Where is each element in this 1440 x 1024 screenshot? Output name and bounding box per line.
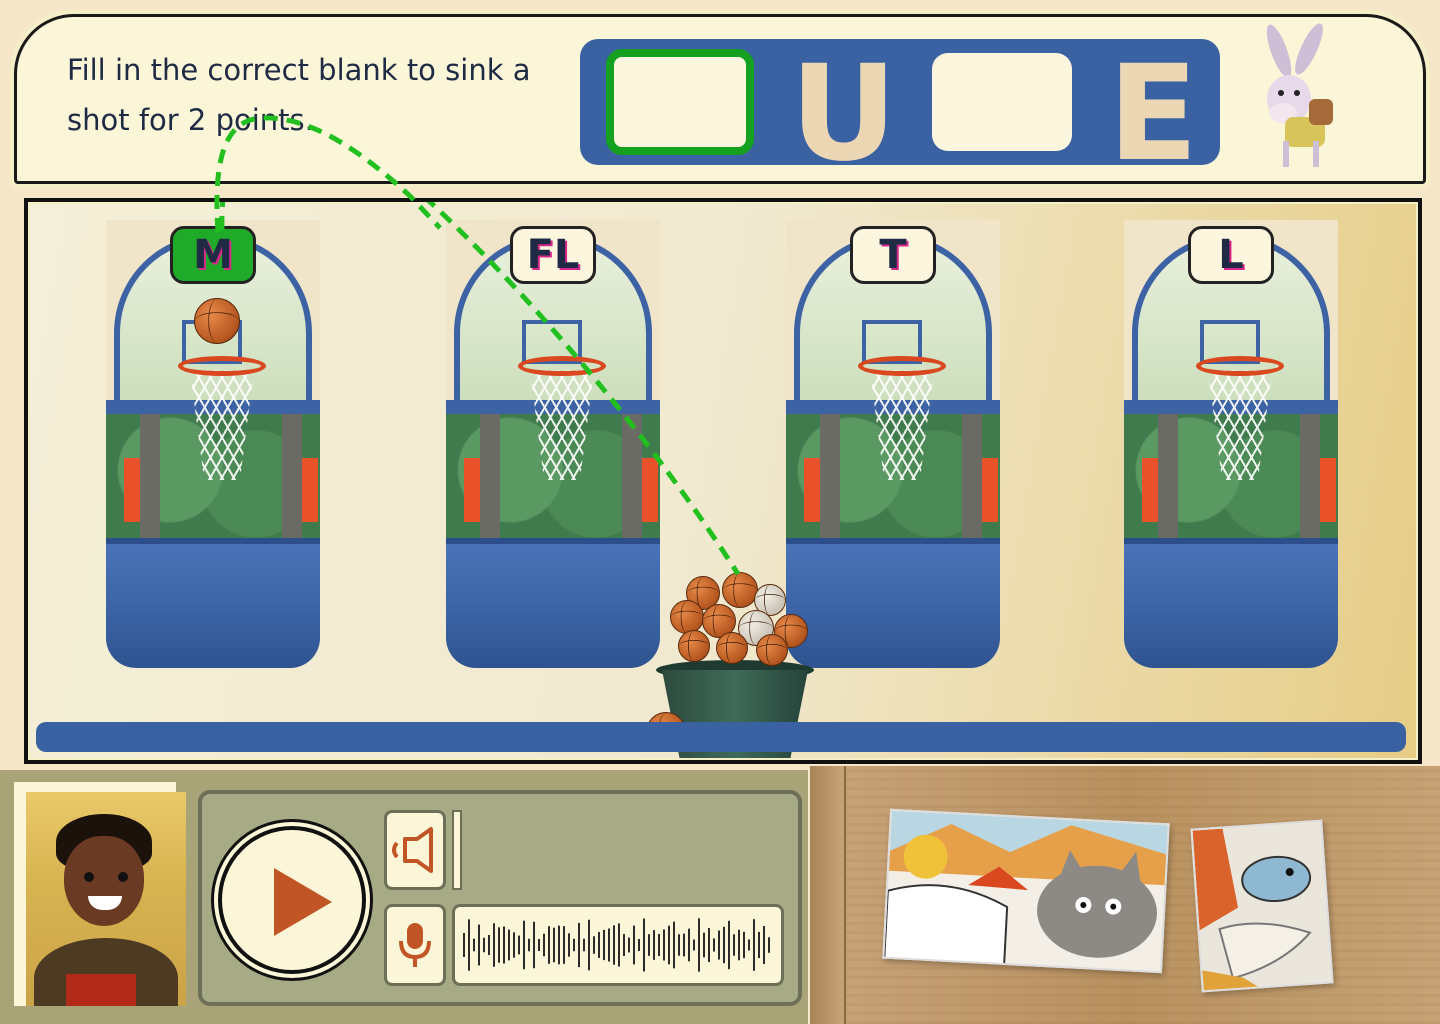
fish-illustration-card[interactable]: [1190, 819, 1334, 993]
waveform-bar: [743, 931, 745, 959]
waveform-bar: [768, 937, 770, 953]
shot-trajectory: [219, 202, 741, 576]
waveform-bar: [763, 925, 765, 965]
waveform-bar: [558, 925, 560, 965]
waveform-bar: [523, 920, 525, 970]
waveform-bar: [543, 933, 545, 957]
waveform-bar: [628, 937, 630, 953]
waveform-bar: [623, 934, 625, 956]
speaker-button[interactable]: [384, 810, 446, 890]
waveform-bar: [668, 925, 670, 965]
recording-waveform: [452, 904, 784, 986]
waveform-bar: [498, 927, 500, 963]
waveform-bar: [568, 933, 570, 957]
waveform-bar: [583, 938, 585, 952]
audio-panel: [0, 770, 808, 1024]
waveform-bar: [653, 930, 655, 960]
waveform-bar: [513, 932, 515, 958]
play-button[interactable]: [218, 826, 366, 974]
child-reader-avatar: [26, 792, 186, 1006]
waveform-bar: [618, 923, 620, 967]
fish-illustration: [1192, 821, 1334, 993]
waveform-bar: [693, 939, 695, 951]
microphone-button[interactable]: [384, 904, 446, 986]
shot-trajectory-upper: [214, 115, 442, 233]
waveform-bar: [548, 926, 550, 964]
waveform-bar: [733, 934, 735, 956]
waveform-bar: [753, 919, 755, 971]
waveform-bar: [603, 929, 605, 961]
waveform-bar: [468, 919, 470, 971]
cat-illustration-card[interactable]: [882, 808, 1170, 974]
play-icon: [274, 868, 332, 936]
waveform-bar: [648, 934, 650, 956]
waveform-bar: [598, 932, 600, 958]
waveform-bar: [713, 938, 715, 952]
waveform-bar: [673, 921, 675, 969]
waveform-bar: [703, 932, 705, 958]
waveform-bar: [688, 928, 690, 962]
waveform-graphic: [463, 918, 770, 972]
waveform-bar: [533, 921, 535, 969]
cat-illustration: [883, 810, 1170, 969]
waveform-bar: [758, 931, 760, 959]
waveform-bar: [678, 934, 680, 956]
waveform-bar: [493, 923, 495, 967]
waveform-bar: [593, 936, 595, 954]
waveform-bar: [663, 929, 665, 961]
waveform-bar: [528, 938, 530, 952]
waveform-bar: [463, 933, 465, 957]
waveform-bar: [738, 929, 740, 961]
waveform-bar: [503, 926, 505, 964]
waveform-bar: [473, 938, 475, 952]
microphone-icon: [399, 923, 431, 967]
waveform-bar: [638, 939, 640, 951]
eye: [118, 872, 128, 882]
waveform-bar: [613, 925, 615, 965]
waveform-bar: [538, 939, 540, 951]
waveform-bar: [563, 926, 565, 964]
player-controls: [198, 790, 802, 1006]
volume-bar[interactable]: [452, 810, 462, 890]
waveform-bar: [683, 933, 685, 957]
waveform-bar: [553, 927, 555, 963]
eye: [84, 872, 94, 882]
waveform-bar: [573, 938, 575, 952]
waveform-bar: [488, 934, 490, 956]
basketball-court: M FL T L: [24, 198, 1422, 764]
book: [66, 974, 136, 1006]
speaker-icon: [392, 827, 433, 873]
waveform-bar: [708, 928, 710, 962]
waveform-bar: [578, 922, 580, 968]
wood-frame: [810, 766, 846, 1024]
court-floor: [36, 722, 1406, 752]
face: [64, 836, 144, 926]
waveform-bar: [478, 924, 480, 966]
waveform-bar: [508, 929, 510, 961]
story-cards-panel: [810, 766, 1440, 1024]
waveform-bar: [608, 928, 610, 962]
waveform-bar: [723, 926, 725, 964]
waveform-bar: [518, 935, 520, 955]
waveform-bar: [643, 918, 645, 972]
waveform-bar: [698, 918, 700, 972]
waveform-bar: [588, 919, 590, 971]
waveform-bar: [748, 939, 750, 951]
waveform-bar: [658, 934, 660, 956]
waveform-bar: [718, 930, 720, 960]
waveform-bar: [483, 937, 485, 953]
waveform-bar: [728, 920, 730, 970]
waveform-bar: [633, 925, 635, 965]
